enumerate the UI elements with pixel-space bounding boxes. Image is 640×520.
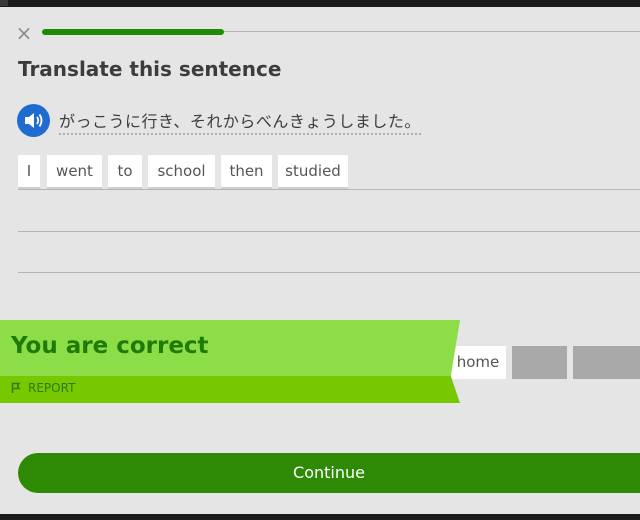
speaker-icon <box>25 113 43 128</box>
answer-line <box>18 272 640 273</box>
close-icon[interactable]: × <box>14 23 34 43</box>
status-bar-stub <box>0 0 8 6</box>
answer-chip[interactable]: to <box>108 155 142 187</box>
feedback-banner: You are correct REPORT <box>0 320 460 403</box>
answer-chip[interactable]: then <box>221 155 272 187</box>
answer-chip[interactable]: studied <box>278 155 348 187</box>
word-bank-empty-slot <box>573 346 640 379</box>
progress-bar <box>42 29 640 35</box>
answer-line <box>18 189 640 190</box>
lesson-screen: × Translate this sentence がっこうに行き、それからべん… <box>0 7 640 514</box>
prompt-sentence[interactable]: がっこうに行き、それからべんきょうしました。 <box>59 108 421 135</box>
page-title: Translate this sentence <box>18 57 282 81</box>
answer-chip[interactable]: went <box>47 155 102 187</box>
word-bank-empty-slot <box>512 346 567 379</box>
answer-chip[interactable]: school <box>148 155 215 187</box>
report-button[interactable]: REPORT <box>11 381 75 395</box>
report-label: REPORT <box>28 381 76 395</box>
answer-chip[interactable]: I <box>18 155 40 187</box>
progress-fill <box>42 29 225 35</box>
speaker-button[interactable] <box>17 104 50 137</box>
continue-button[interactable]: Continue <box>18 453 640 493</box>
feedback-message: You are correct <box>11 333 209 359</box>
flag-icon <box>11 382 21 393</box>
prompt-sentence-text: がっこうに行き、それからべんきょうしました。 <box>59 112 421 135</box>
answer-line <box>18 231 640 232</box>
